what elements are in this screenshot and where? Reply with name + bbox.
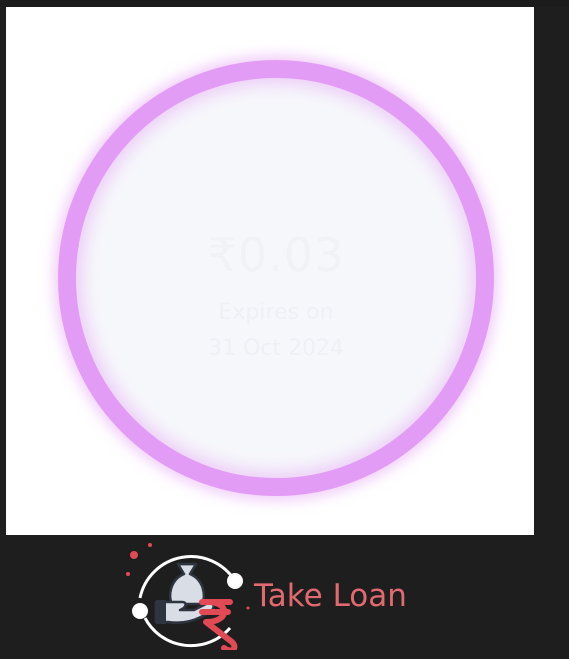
balance-amount: ₹0.03 (207, 228, 345, 282)
balance-card: ₹0.03 Expires on 31 Oct 2024 (6, 7, 534, 535)
take-loan-button[interactable]: Take Loan (120, 538, 440, 650)
expiry-date: 31 Oct 2024 (207, 336, 344, 361)
top-strip (0, 0, 569, 7)
expiry-label: Expires on (218, 300, 334, 325)
loan-money-bag-hand-icon (126, 543, 250, 650)
balance-ring: ₹0.03 Expires on 31 Oct 2024 (58, 60, 494, 496)
wallet-screen: ₹0.03 Expires on 31 Oct 2024 Take Loan (0, 0, 569, 659)
take-loan-label: Take Loan (254, 578, 407, 614)
